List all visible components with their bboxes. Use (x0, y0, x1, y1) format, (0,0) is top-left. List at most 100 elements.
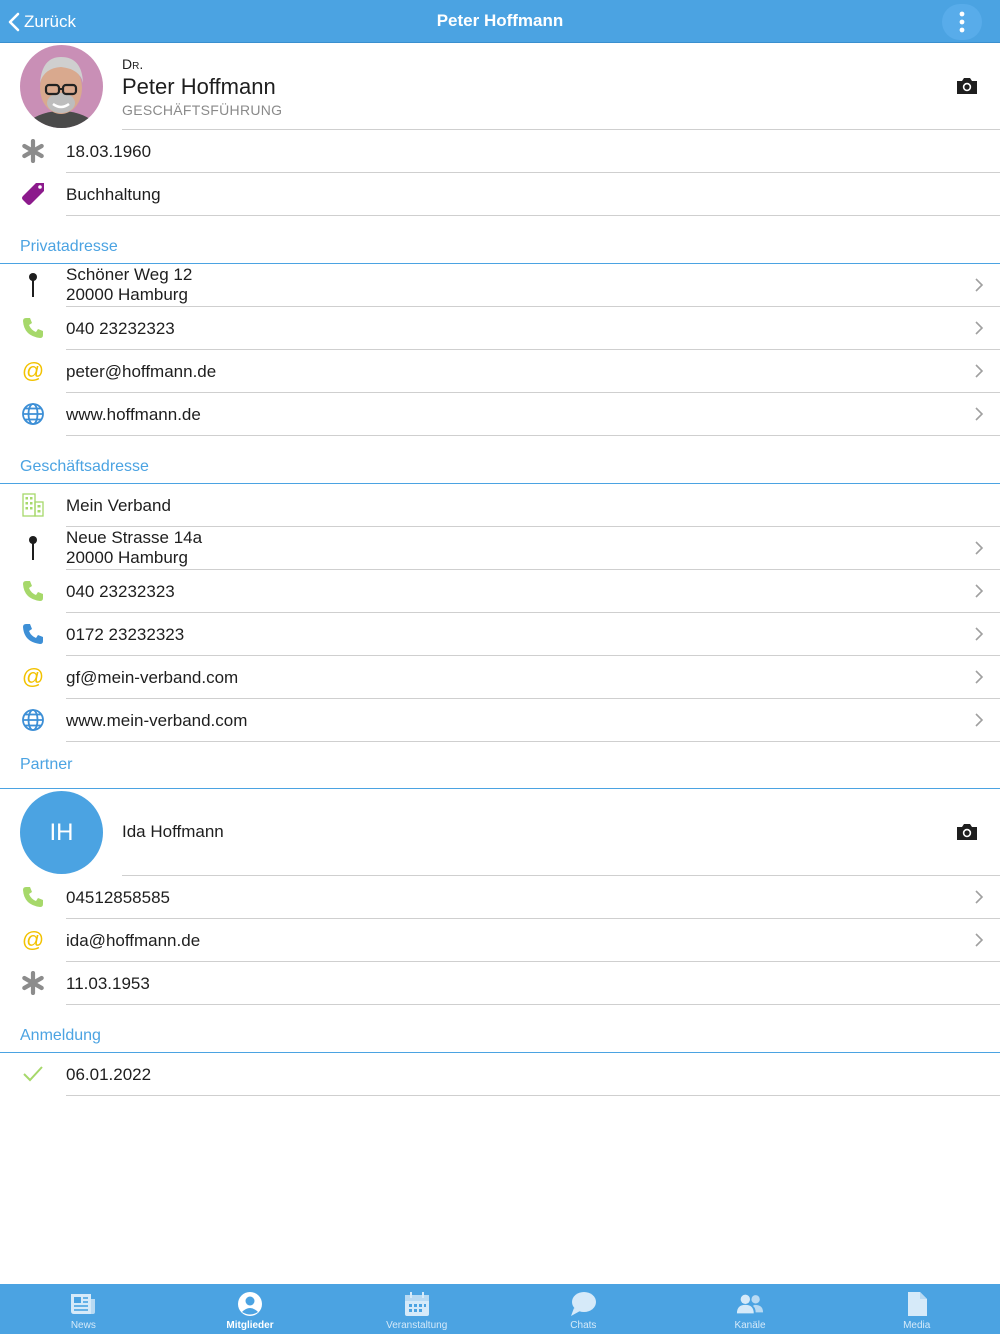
page-title: Peter Hoffmann (436, 11, 564, 30)
tab-label: Kanäle (734, 1320, 766, 1331)
user-circle-icon (236, 1290, 264, 1318)
building-icon (20, 492, 46, 518)
partner-name: Ida Hoffmann (122, 822, 224, 841)
private-phone-row[interactable]: 040 23232323 (0, 307, 1000, 350)
group-icon (736, 1290, 764, 1318)
registration-date: 06.01.2022 (66, 1065, 152, 1084)
web-value: www.mein-verband.com (66, 711, 248, 730)
web-value: www.hoffmann.de (66, 405, 201, 424)
section-label: Partner (20, 756, 73, 773)
birthday-value: 11.03.1953 (66, 974, 150, 993)
phone-icon (20, 884, 46, 910)
tab-chats[interactable]: Chats (500, 1284, 667, 1334)
profile-photo[interactable] (20, 45, 103, 128)
business-mobile-row[interactable]: 0172 23232323 (0, 613, 1000, 656)
pin-icon (20, 272, 46, 298)
private-email-row[interactable]: @ peter@hoffmann.de (0, 350, 1000, 393)
phone-value: 040 23232323 (66, 319, 175, 338)
profile-header: Dr. Peter Hoffmann Geschäftsführung (0, 43, 1000, 130)
camera-icon[interactable] (955, 76, 979, 96)
chevron-right-icon (975, 933, 984, 947)
bottom-tab-bar: News Mitglieder Veranstaltung Chats Kanä… (0, 1284, 1000, 1334)
mobile-value: 0172 23232323 (66, 625, 185, 644)
mobile-phone-icon (20, 621, 46, 647)
section-partner: Partner (0, 742, 1000, 789)
birthday-row: 18.03.1960 (0, 130, 1000, 173)
street-value: Neue Strasse 14a (66, 528, 203, 547)
private-address-row[interactable]: Schöner Weg 12 20000 Hamburg (0, 264, 1000, 307)
tab-label: News (70, 1320, 96, 1331)
chevron-right-icon (975, 713, 984, 727)
chevron-right-icon (975, 627, 984, 641)
section-label: Anmeldung (20, 1027, 101, 1044)
tag-icon (20, 181, 46, 207)
tab-events[interactable]: Veranstaltung (333, 1284, 500, 1334)
partner-avatar[interactable]: IH (20, 791, 103, 874)
tab-channels[interactable]: Kanäle (667, 1284, 834, 1334)
email-value: gf@mein-verband.com (66, 668, 239, 687)
chevron-right-icon (975, 364, 984, 378)
phone-value: 040 23232323 (66, 582, 175, 601)
document-icon (903, 1290, 931, 1318)
tab-label: Veranstaltung (386, 1320, 448, 1331)
news-icon (69, 1290, 97, 1318)
globe-icon (20, 707, 46, 733)
city-value: 20000 Hamburg (66, 285, 188, 304)
company-value: Mein Verband (66, 496, 171, 515)
partner-birthday-row: 11.03.1953 (0, 962, 1000, 1005)
phone-icon (20, 578, 46, 604)
business-address-row[interactable]: Neue Strasse 14a 20000 Hamburg (0, 527, 1000, 570)
section-label: Privatadresse (20, 238, 118, 255)
more-options-button[interactable] (942, 4, 982, 40)
registration-row: 06.01.2022 (0, 1053, 1000, 1096)
email-value: ida@hoffmann.de (66, 931, 201, 950)
calendar-icon (403, 1290, 431, 1318)
divider (66, 1095, 1000, 1096)
partner-email-row[interactable]: @ ida@hoffmann.de (0, 919, 1000, 962)
pin-icon (20, 535, 46, 561)
tab-label: Mitglieder (226, 1320, 274, 1331)
profile-name: Peter Hoffmann (122, 74, 276, 99)
chevron-right-icon (975, 670, 984, 684)
tab-label: Chats (570, 1320, 597, 1331)
tab-news[interactable]: News (0, 1284, 167, 1334)
chevron-right-icon (975, 541, 984, 555)
birthday-value: 18.03.1960 (66, 142, 152, 161)
chevron-right-icon (975, 584, 984, 598)
business-company-row: Mein Verband (0, 484, 1000, 527)
vertical-dots-icon (959, 11, 965, 33)
street-value: Schöner Weg 12 (66, 265, 193, 284)
partner-header: IH Ida Hoffmann (0, 789, 1000, 876)
phone-value: 04512858585 (66, 888, 171, 907)
tab-media[interactable]: Media (833, 1284, 1000, 1334)
top-navigation-bar: Zurück Peter Hoffmann (0, 0, 1000, 43)
email-value: peter@hoffmann.de (66, 362, 217, 381)
private-web-row[interactable]: www.hoffmann.de (0, 393, 1000, 436)
camera-icon[interactable] (955, 822, 979, 842)
at-sign-icon: @ (21, 664, 45, 689)
business-phone-row[interactable]: 040 23232323 (0, 570, 1000, 613)
business-email-row[interactable]: @ gf@mein-verband.com (0, 656, 1000, 699)
business-web-row[interactable]: www.mein-verband.com (0, 699, 1000, 742)
section-registration: Anmeldung (0, 1005, 1000, 1053)
chevron-right-icon (975, 890, 984, 904)
tag-row: Buchhaltung (0, 173, 1000, 216)
profile-position: Geschäftsführung (122, 102, 283, 118)
chevron-right-icon (975, 407, 984, 421)
section-private-address: Privatadresse (0, 216, 1000, 264)
section-label: Geschäftsadresse (20, 458, 149, 475)
checkmark-icon (20, 1061, 46, 1087)
globe-icon (20, 401, 46, 427)
tab-members[interactable]: Mitglieder (167, 1284, 334, 1334)
at-sign-icon: @ (21, 927, 45, 952)
chat-bubbles-icon (569, 1290, 597, 1318)
tab-label: Media (903, 1320, 931, 1331)
partner-initials: IH (49, 818, 74, 846)
asterisk-icon (20, 970, 46, 996)
phone-icon (20, 315, 46, 341)
section-business-address: Geschäftsadresse (0, 436, 1000, 484)
at-sign-icon: @ (21, 358, 45, 383)
city-value: 20000 Hamburg (66, 548, 188, 567)
partner-phone-row[interactable]: 04512858585 (0, 876, 1000, 919)
asterisk-icon (20, 138, 46, 164)
